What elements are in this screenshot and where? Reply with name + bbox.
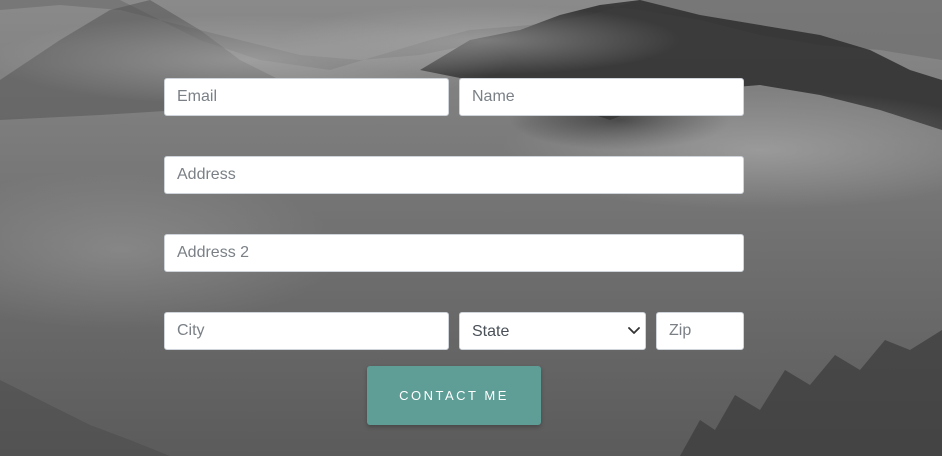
zip-field[interactable]	[656, 312, 744, 350]
address2-field[interactable]	[164, 234, 744, 272]
contact-form: State Contact Me	[0, 0, 942, 456]
state-select[interactable]: State	[459, 312, 646, 350]
contact-me-button[interactable]: Contact Me	[367, 366, 541, 425]
email-field[interactable]	[164, 78, 449, 116]
city-field[interactable]	[164, 312, 449, 350]
name-field[interactable]	[459, 78, 744, 116]
address-field[interactable]	[164, 156, 744, 194]
